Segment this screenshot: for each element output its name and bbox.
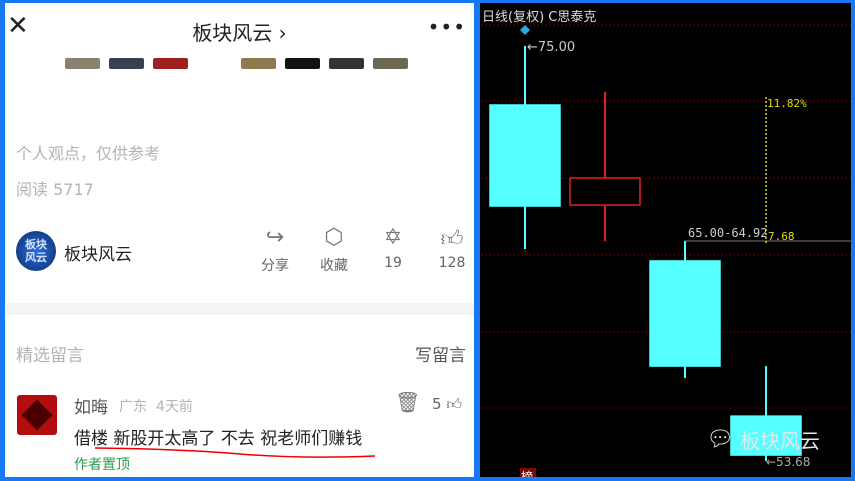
candle-body <box>489 104 561 207</box>
thumbnail[interactable] <box>197 58 232 69</box>
low-label: ←53.68 <box>766 455 810 469</box>
pct-label: 11.82% <box>767 97 807 110</box>
comment-like-count: 5 <box>432 395 442 413</box>
range-label: 65.00-64.92 <box>688 226 767 240</box>
thumbnail[interactable] <box>285 58 320 69</box>
read-count: 阅读 5717 <box>16 180 94 199</box>
badge-text: 榜 <box>521 469 533 477</box>
share-button[interactable]: ↪ 分享 <box>250 225 300 275</box>
comment-like-button[interactable]: 5 👍︎ <box>432 395 462 414</box>
commenter-avatar[interactable] <box>17 395 57 435</box>
box-icon: ⬡ <box>324 225 344 250</box>
chevron-right-icon: › <box>278 21 287 45</box>
disclaimer: 个人观点，仅供参考 <box>16 144 161 163</box>
share-label: 分享 <box>261 258 289 274</box>
more-icon[interactable]: ••• <box>428 15 466 39</box>
pinned-badge: 作者置顶 <box>74 457 130 473</box>
wechat-icon: 💬︎ <box>706 427 734 452</box>
delete-icon[interactable]: 🗑︎ <box>395 390 420 414</box>
title-text: 板块风云 <box>192 21 273 45</box>
thumbnail[interactable] <box>373 58 408 69</box>
candlestick-chart: ←75.00 65.00-64.92 11.82% 7.68 ←53.68 榜 <box>482 24 851 477</box>
like-count: 128 <box>438 255 466 271</box>
thumbnail-strip <box>65 58 408 69</box>
like-button[interactable]: 👍︎ 128 <box>427 225 474 271</box>
comment-time: 4天前 <box>156 399 193 415</box>
divider <box>5 303 474 315</box>
candle-body <box>569 177 641 206</box>
high-label: ←75.00 <box>527 40 575 55</box>
account-title-link[interactable]: 板块风云 › <box>5 17 474 46</box>
thumbnail[interactable] <box>329 58 364 69</box>
thumbnail[interactable] <box>109 58 144 69</box>
comments-title: 精选留言 <box>16 346 84 366</box>
article-panel: ✕ 板块风云 › ••• 个人观点，仅供参考 阅读 5717 板块 风云 板块风云… <box>5 3 474 477</box>
red-underline <box>94 447 376 458</box>
wow-button[interactable]: ✡ 19 <box>368 225 418 271</box>
comment-location: 广东 <box>119 399 147 415</box>
share-icon: ↪ <box>265 225 285 250</box>
author-name[interactable]: 板块风云 <box>64 240 132 265</box>
watermark-text: 板块风云 <box>739 429 820 453</box>
author-avatar[interactable]: 板块 风云 <box>16 231 56 271</box>
wow-count: 19 <box>384 255 402 271</box>
thumbs-up-icon: 👍︎ <box>446 395 463 413</box>
write-comment-button[interactable]: 写留言 <box>415 341 466 366</box>
candle-body <box>649 260 721 367</box>
commenter-name: 如晦 <box>74 398 108 418</box>
diamond-marker <box>520 25 530 35</box>
watermark: 💬︎ 板块风云 <box>706 425 820 454</box>
thumbs-up-icon: 👍︎ <box>440 227 464 252</box>
thumbnail[interactable] <box>241 58 276 69</box>
favorite-button[interactable]: ⬡ 收藏 <box>309 225 359 275</box>
flower-icon: ✡ <box>383 225 403 250</box>
thumbnail[interactable] <box>65 58 100 69</box>
diff-label: 7.68 <box>768 230 795 243</box>
kline-chart-panel: 日线(复权) C思泰克 ←75.00 65.00-64.92 11.82% 7.68 ←… <box>480 3 851 477</box>
favorite-label: 收藏 <box>320 258 348 274</box>
thumbnail[interactable] <box>153 58 188 69</box>
